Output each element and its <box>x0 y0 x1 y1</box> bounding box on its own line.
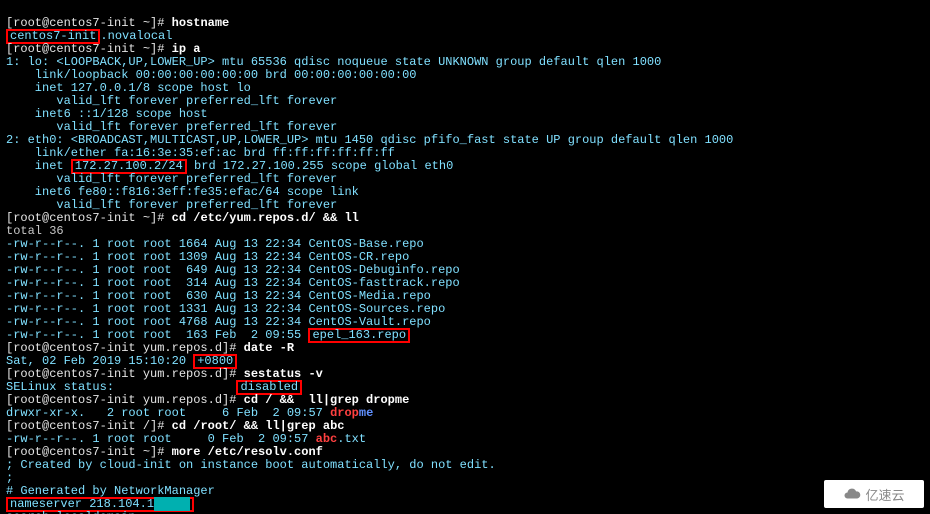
prompt: [root@centos7-init ~]# <box>6 445 172 459</box>
epel-repo-highlight: epel_163.repo <box>308 328 410 343</box>
prompt: [root@centos7-init /]# <box>6 419 172 433</box>
resolv-line: # Generated by NetworkManager <box>6 484 215 498</box>
repo-line: -rw-r--r--. 1 root root 649 Aug 13 22:34… <box>6 263 460 277</box>
terminal-output[interactable]: [root@centos7-init ~]# hostname centos7-… <box>0 0 930 514</box>
cmd-date: date -R <box>244 341 294 355</box>
abc-pre: -rw-r--r--. 1 root root 0 Feb 2 09:57 <box>6 432 316 446</box>
dropme-pre: drwxr-xr-x. 2 root root 6 Feb 2 09:57 <box>6 406 330 420</box>
repo-line: -rw-r--r--. 1 root root 1664 Aug 13 22:3… <box>6 237 424 251</box>
repo-line: -rw-r--r--. 1 root root 314 Aug 13 22:34… <box>6 276 460 290</box>
prompt: [root@centos7-init ~]# <box>6 211 172 225</box>
repo-line: -rw-r--r--. 1 root root 4768 Aug 13 22:3… <box>6 315 431 329</box>
repo-epel-pre: -rw-r--r--. 1 root root 163 Feb 2 09:55 <box>6 328 308 342</box>
cmd-hostname: hostname <box>172 16 230 30</box>
prompt: [root@centos7-init yum.repos.d]# <box>6 367 244 381</box>
ip-valid: valid_lft forever preferred_lft forever <box>6 198 337 212</box>
ip-lo-line3: inet 127.0.0.1/8 scope host lo <box>6 81 251 95</box>
ip-eth-line4: inet6 fe80::f816:3eff:fe35:efac/64 scope… <box>6 185 366 199</box>
repo-line: -rw-r--r--. 1 root root 1309 Aug 13 22:3… <box>6 250 409 264</box>
resolv-line: ; Created by cloud-init on instance boot… <box>6 458 496 472</box>
cloud-icon <box>843 485 861 503</box>
ip-eth-line2: link/ether fa:16:3e:35:ef:ac brd ff:ff:f… <box>6 146 395 160</box>
ip-valid: valid_lft forever preferred_lft forever <box>6 120 337 134</box>
prompt: [root@centos7-init ~]# <box>6 16 172 30</box>
ip-lo-line1: 1: lo: <LOOPBACK,UP,LOWER_UP> mtu 65536 … <box>6 55 661 69</box>
resolv-line: ; <box>6 471 13 485</box>
sestatus-pre: SELinux status: <box>6 380 236 394</box>
hostname-suffix: .novalocal <box>100 29 172 43</box>
abc-match: abc <box>316 432 338 446</box>
ip-eth-line1: 2: eth0: <BROADCAST,MULTICAST,UP,LOWER_U… <box>6 133 733 147</box>
ip-eth-inet-pre: inet <box>6 159 71 173</box>
cmd-cd-yum: cd /etc/yum.repos.d/ && ll <box>172 211 359 225</box>
date-output-pre: Sat, 02 Feb 2019 15:10:20 <box>6 354 193 368</box>
resolv-line: search localdomain <box>6 510 136 514</box>
cmd-ip-a: ip a <box>172 42 201 56</box>
abc-rest: .txt <box>337 432 366 446</box>
repo-line: -rw-r--r--. 1 root root 1331 Aug 13 22:3… <box>6 302 445 316</box>
ip-masked: 2 <box>154 497 190 511</box>
cmd-sestatus: sestatus -v <box>244 367 323 381</box>
repo-line: -rw-r--r--. 1 root root 630 Aug 13 22:34… <box>6 289 431 303</box>
cmd-cd-grep-dropme: cd / && ll|grep dropme <box>244 393 410 407</box>
ip-lo-line2: link/loopback 00:00:00:00:00:00 brd 00:0… <box>6 68 416 82</box>
dropme-match: drop <box>330 406 359 420</box>
ip-valid: valid_lft forever preferred_lft forever <box>6 94 337 108</box>
ll-total: total 36 <box>6 224 64 238</box>
watermark-text: 亿速云 <box>865 485 904 504</box>
dropme-rest: me <box>359 406 373 420</box>
prompt: [root@centos7-init ~]# <box>6 42 172 56</box>
prompt: [root@centos7-init yum.repos.d]# <box>6 393 244 407</box>
ip-lo-line4: inet6 ::1/128 scope host <box>6 107 215 121</box>
ip-eth-inet-post: brd 172.27.100.255 scope global eth0 <box>187 159 453 173</box>
prompt: [root@centos7-init yum.repos.d]# <box>6 341 244 355</box>
cmd-cd-grep-abc: cd /root/ && ll|grep abc <box>172 419 345 433</box>
cmd-more-resolv: more /etc/resolv.conf <box>172 445 323 459</box>
ip-valid: valid_lft forever preferred_lft forever <box>6 172 337 186</box>
watermark-logo: 亿速云 <box>824 480 924 508</box>
